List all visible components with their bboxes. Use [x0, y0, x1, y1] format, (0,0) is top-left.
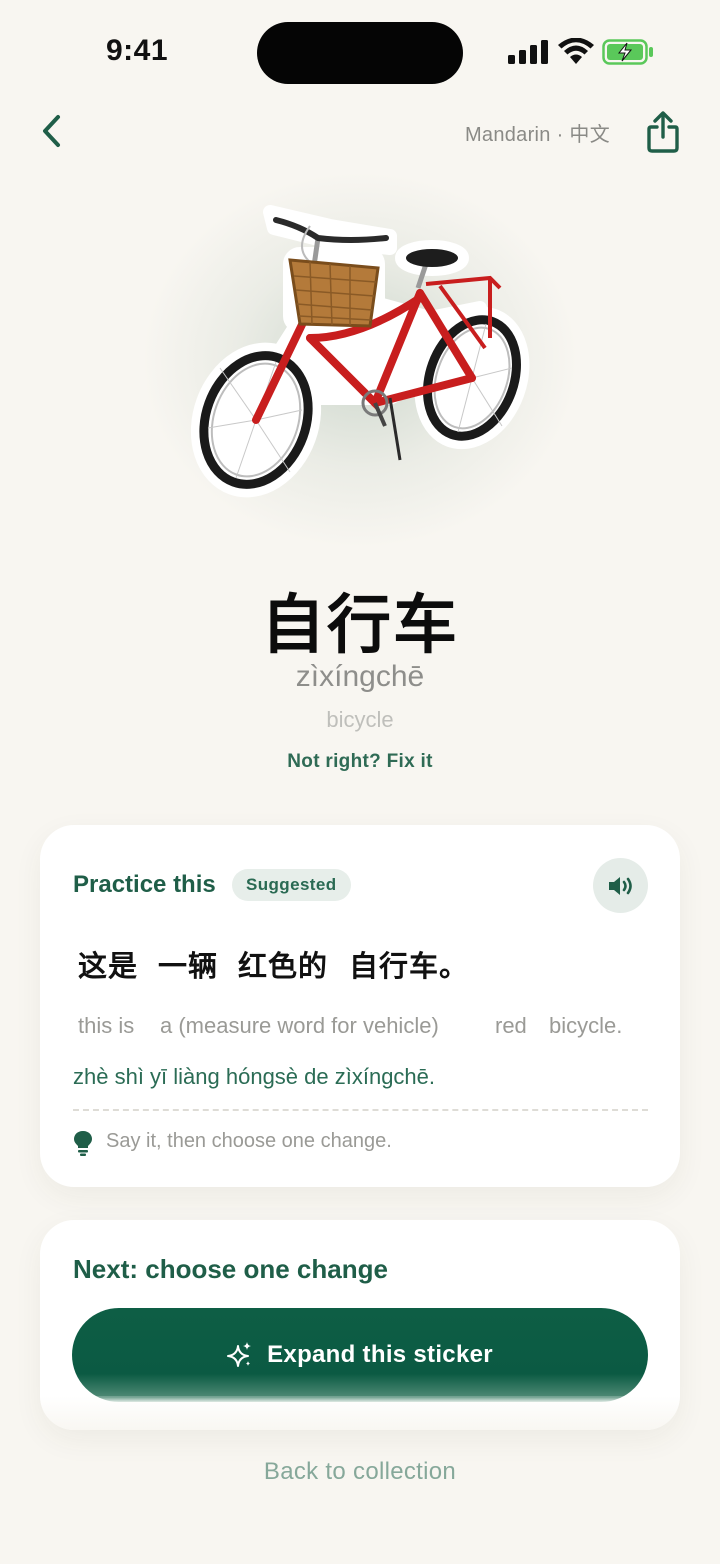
- lightbulb-icon: [74, 1131, 92, 1156]
- sentence-word[interactable]: 一辆: [158, 943, 218, 985]
- share-button[interactable]: [640, 108, 686, 156]
- next-title: Next: choose one change: [73, 1254, 388, 1284]
- language-label: Mandarin · 中文: [464, 124, 610, 146]
- status-icons: [508, 36, 658, 70]
- status-time: 9:41: [106, 34, 169, 67]
- battery-icon: [602, 39, 653, 65]
- next-card: Next: choose one change Expand this stic…: [40, 1220, 680, 1430]
- gloss-word: red: [495, 1013, 527, 1038]
- sentence-pinyin: zhè shì yī liàng hóngsè de zìxíngchē.: [73, 1064, 436, 1089]
- card-fade: [40, 1396, 680, 1430]
- sentence-gloss: this is a (measure word for vehicle) red…: [78, 1013, 658, 1043]
- expand-button-label: Expand this sticker: [267, 1341, 493, 1368]
- suggested-badge: Suggested: [232, 869, 351, 901]
- sentence-hanzi: 这是 一辆 红色的 自行车。: [78, 943, 658, 989]
- bicycle-sticker: [190, 205, 530, 498]
- practice-card: Practice this Suggested 这是 一辆 红色的 自行车。 t…: [40, 825, 680, 1187]
- tip-row: Say it, then choose one change.: [73, 1128, 633, 1158]
- divider: [73, 1109, 648, 1111]
- signal-icon: [508, 40, 548, 64]
- sentence-word[interactable]: 自行车。: [349, 943, 469, 985]
- status-bar: 9:41: [0, 0, 720, 105]
- sentence-word[interactable]: 这是: [78, 943, 138, 985]
- gloss-word: a (measure word for vehicle): [160, 1013, 439, 1038]
- word-hanzi: 自行车: [261, 589, 459, 661]
- sentence-word[interactable]: 红色的: [238, 943, 328, 985]
- share-icon: [647, 111, 679, 153]
- fix-it-link[interactable]: Not right? Fix it: [260, 751, 460, 773]
- wifi-icon: [558, 38, 594, 64]
- dynamic-island: [257, 22, 463, 84]
- gloss-word: bicycle.: [549, 1013, 623, 1038]
- back-to-collection-link[interactable]: Back to collection: [210, 1458, 510, 1486]
- chevron-left-icon: [43, 115, 60, 147]
- speaker-icon: [608, 876, 632, 895]
- play-audio-button[interactable]: [593, 858, 648, 913]
- back-button[interactable]: [30, 108, 74, 154]
- word-meaning: bicycle: [326, 707, 394, 732]
- expand-sticker-button[interactable]: Expand this sticker: [72, 1308, 648, 1402]
- sparkles-icon: [227, 1342, 252, 1367]
- word-pinyin: zìxíngchē: [295, 660, 425, 693]
- tip-text: Say it, then choose one change.: [106, 1130, 392, 1152]
- practice-title: Practice this: [73, 871, 216, 898]
- sticker-image[interactable]: [140, 170, 580, 550]
- gloss-word: this is: [78, 1013, 135, 1038]
